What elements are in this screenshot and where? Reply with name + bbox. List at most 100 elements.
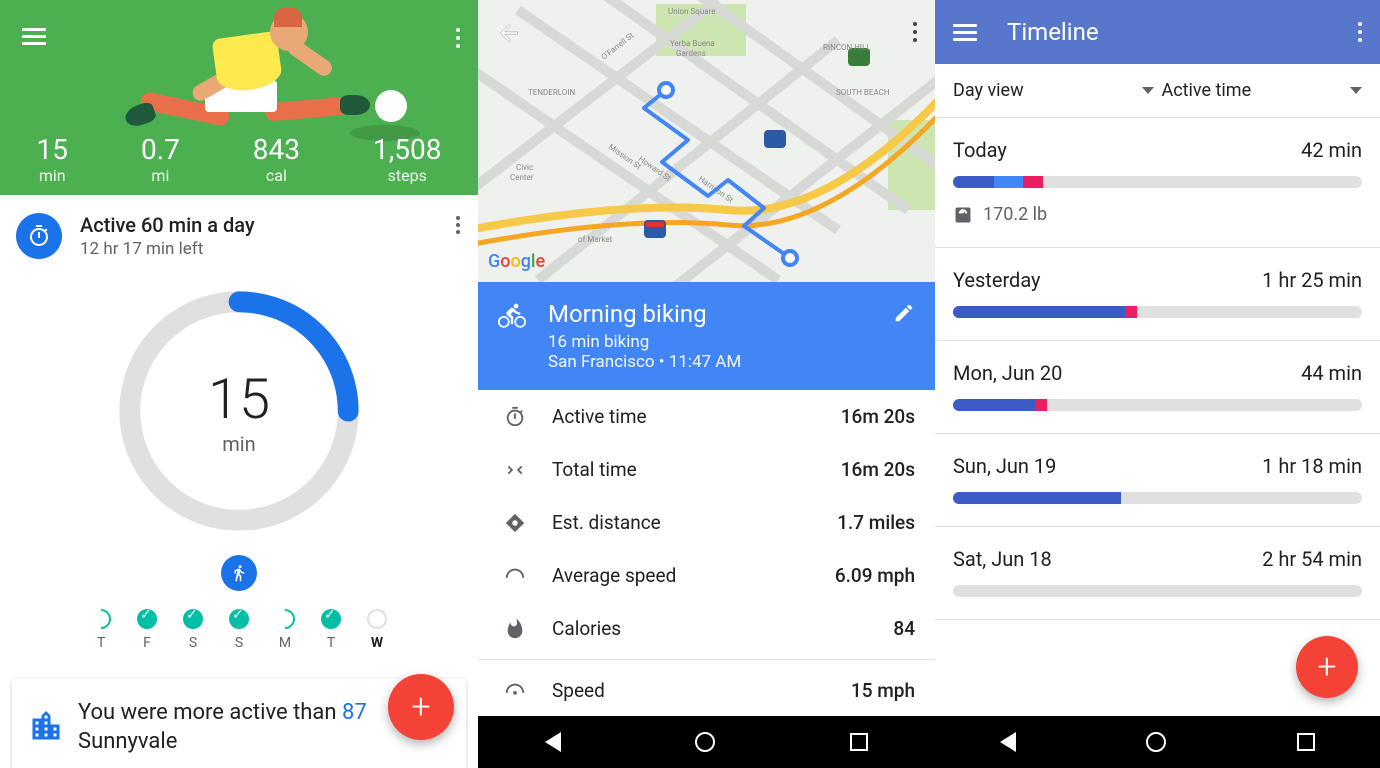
fab-add-button[interactable]: + <box>1296 636 1358 698</box>
svg-text:Union Square: Union Square <box>668 7 715 16</box>
entry-duration: 1 hr 25 min <box>1262 268 1362 292</box>
edit-icon[interactable] <box>893 302 915 328</box>
nav-back-icon[interactable] <box>545 732 561 752</box>
timeline-list: Today42 min170.2 lb Yesterday 1 hr 25 min M… <box>935 118 1380 620</box>
appbar: Timeline <box>935 0 1380 64</box>
phone-activity-detail: Union Square O'Farrell St Yerba BuenaGar… <box>478 0 935 768</box>
nav-home-icon[interactable] <box>695 732 715 752</box>
nav-recent-icon[interactable] <box>850 733 868 751</box>
arrows-icon <box>498 459 532 481</box>
appbar-title: Timeline <box>1007 18 1099 46</box>
scale-icon <box>953 205 973 225</box>
runner-illustration <box>70 5 410 145</box>
weekday-item[interactable]: F <box>137 609 157 651</box>
timeline-entry[interactable]: Sat, Jun 182 hr 54 min <box>935 527 1380 620</box>
stat-value: 84 <box>893 617 915 640</box>
activity-bar <box>953 585 1362 597</box>
timeline-entry[interactable]: Today42 min170.2 lb <box>935 118 1380 248</box>
stat-calories[interactable]: 843cal <box>253 133 300 185</box>
menu-icon[interactable] <box>953 20 977 45</box>
svg-text:RINCON HILL: RINCON HILL <box>823 43 871 52</box>
entry-label: Sun, Jun 19 <box>953 454 1056 478</box>
activity-header: Morning biking 16 min biking San Francis… <box>478 282 935 390</box>
stat-label: Active time <box>552 405 841 428</box>
weekday-item[interactable]: T <box>321 609 341 651</box>
more-icon[interactable] <box>456 24 460 52</box>
day-status-icon <box>229 609 249 629</box>
nav-recent-icon[interactable] <box>1297 733 1315 751</box>
stat-value: 15 mph <box>851 679 915 702</box>
nav-back-icon[interactable] <box>1000 732 1016 752</box>
stat-miles[interactable]: 0.7mi <box>141 133 180 185</box>
filter-bar: Day view Active time <box>935 64 1380 118</box>
android-navbar <box>478 716 935 768</box>
back-icon[interactable] <box>496 20 522 50</box>
chevron-down-icon <box>1142 87 1154 94</box>
weekday-item[interactable]: T <box>91 609 111 651</box>
activity-bar <box>953 306 1362 318</box>
timeline-entry[interactable]: Mon, Jun 2044 min <box>935 341 1380 434</box>
plus-icon: + <box>1317 647 1336 687</box>
stat-row: Est. distance1.7 miles <box>478 496 935 549</box>
filter-view-dropdown[interactable]: Day view <box>953 80 1154 101</box>
nav-home-icon[interactable] <box>1146 732 1166 752</box>
map-more-icon[interactable] <box>913 18 917 46</box>
svg-text:Civic: Civic <box>516 163 533 172</box>
divider <box>478 659 935 660</box>
stat-value: 16m 20s <box>841 405 915 428</box>
plus-icon: + <box>411 687 430 727</box>
day-label: S <box>229 635 249 651</box>
filter-metric-dropdown[interactable]: Active time <box>1162 80 1363 101</box>
goal-row[interactable]: Active 60 min a day 12 hr 17 min left <box>0 195 478 277</box>
day-label: T <box>91 635 111 651</box>
weekday-item[interactable]: S <box>183 609 203 651</box>
activity-subtitle2: San Francisco • 11:47 AM <box>548 352 741 372</box>
map-illustration: Union Square O'Farrell St Yerba BuenaGar… <box>478 0 935 282</box>
phone-google-fit-home: 15min 0.7mi 843cal 1,508steps Active 60 … <box>0 0 478 768</box>
entry-duration: 1 hr 18 min <box>1262 454 1362 478</box>
stat-steps[interactable]: 1,508steps <box>373 133 441 185</box>
activity-subtitle1: 16 min biking <box>548 332 741 352</box>
day-status-icon <box>137 609 157 629</box>
map-view[interactable]: Union Square O'Farrell St Yerba BuenaGar… <box>478 0 935 282</box>
menu-icon[interactable] <box>22 24 46 49</box>
google-logo: Google <box>488 251 545 272</box>
week-row: TFSSMTW <box>0 609 478 651</box>
stat-label: Average speed <box>552 564 835 587</box>
activity-bar <box>953 176 1362 188</box>
stat-label: Calories <box>552 617 893 640</box>
weekday-item[interactable]: W <box>367 609 387 651</box>
stat-value: 1.7 miles <box>837 511 915 534</box>
stat-row: Active time16m 20s <box>478 390 935 443</box>
timeline-entry[interactable]: Yesterday 1 hr 25 min <box>935 248 1380 341</box>
stat-minutes[interactable]: 15min <box>36 133 67 185</box>
entry-label: Today <box>953 138 1007 162</box>
timer-icon <box>498 406 532 428</box>
svg-text:TENDERLOIN: TENDERLOIN <box>528 88 575 97</box>
svg-text:SOUTH BEACH: SOUTH BEACH <box>836 88 890 97</box>
entry-label: Sat, Jun 18 <box>953 547 1052 571</box>
day-status-icon <box>367 609 387 629</box>
timeline-entry[interactable]: Sun, Jun 19 1 hr 18 min <box>935 434 1380 527</box>
more-icon[interactable] <box>1358 18 1362 46</box>
weekday-item[interactable]: M <box>275 609 295 651</box>
walk-icon[interactable] <box>221 555 257 591</box>
day-label: S <box>183 635 203 651</box>
header-hero: 15min 0.7mi 843cal 1,508steps <box>0 0 478 195</box>
weekday-item[interactable]: S <box>229 609 249 651</box>
svg-text:of Market: of Market <box>578 235 613 244</box>
stat-label: Est. distance <box>552 511 837 534</box>
goal-more-icon[interactable] <box>456 213 460 237</box>
android-navbar <box>935 716 1380 768</box>
entry-label: Yesterday <box>953 268 1041 292</box>
fab-add-button[interactable]: + <box>388 674 454 740</box>
day-status-icon <box>271 605 299 633</box>
city-icon <box>28 708 64 748</box>
stat-row: Average speed6.09 mph <box>478 549 935 602</box>
entry-duration: 44 min <box>1301 361 1362 385</box>
fire-icon <box>498 618 532 640</box>
ring-label: min <box>208 432 270 456</box>
chevron-down-icon <box>1350 87 1362 94</box>
weight-value: 170.2 lb <box>983 204 1047 225</box>
day-label: M <box>275 635 295 651</box>
